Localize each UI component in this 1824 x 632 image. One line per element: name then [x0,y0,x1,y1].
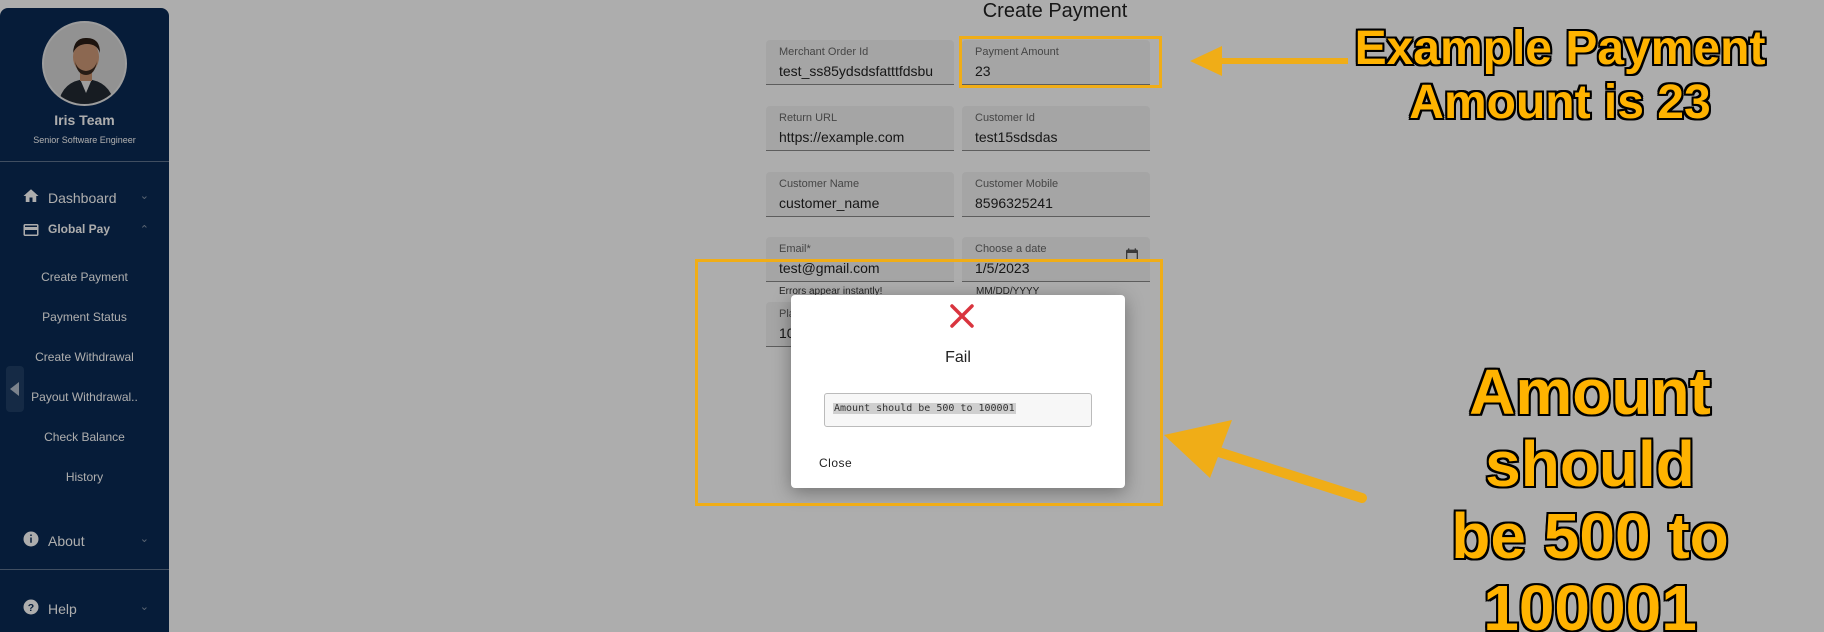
annotation-line: 100001 [1483,572,1697,632]
annotation-line: Example Payment [1354,22,1766,75]
annotation-line: Amount is 23 [1409,76,1711,129]
arrow-icon [1190,46,1348,76]
annotation-line: Amount should [1469,356,1711,500]
annotation-bottom: Amount should be 500 to 100001 [1360,356,1820,632]
annotation-line: be 500 to [1451,500,1729,572]
arrow-icon [1164,420,1367,503]
annotation-top: Example Payment Amount is 23 [1330,22,1790,130]
